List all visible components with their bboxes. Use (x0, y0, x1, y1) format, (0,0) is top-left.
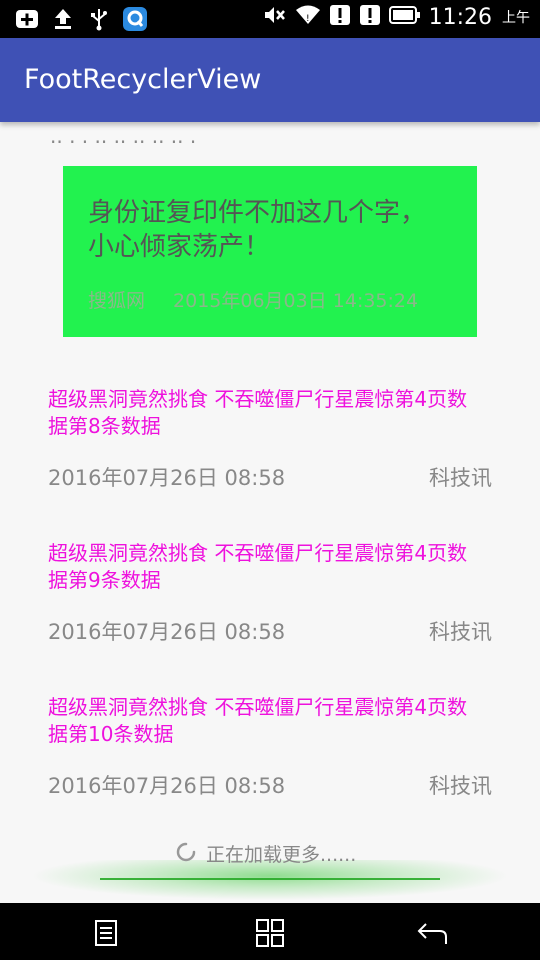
wifi-icon: ! (295, 4, 321, 30)
svg-text:!: ! (306, 14, 310, 24)
featured-news-card[interactable]: 身份证复印件不加这几个字，小心倾家荡产！ 搜狐网 2015年06月03日 14:… (63, 166, 477, 337)
apps-icon[interactable] (253, 917, 287, 949)
status-left-icons (14, 6, 148, 32)
list-item[interactable]: 超级黑洞竟然挑食 不吞噬僵尸行星震惊第4页数据第8条数据 2016年07月26日… (48, 386, 492, 492)
add-box-icon (14, 6, 40, 32)
loading-row: 正在加载更多...... (176, 840, 356, 867)
featured-source: 搜狐网 (88, 290, 146, 312)
featured-meta: 搜狐网 2015年06月03日 14:35:24 (88, 286, 418, 313)
featured-title: 身份证复印件不加这几个字，小心倾家荡产！ (88, 198, 427, 262)
status-bar: ! 11:26 上午 (0, 0, 540, 38)
usb-icon (86, 6, 112, 32)
app-title: FootRecyclerView (24, 64, 262, 95)
alert-icon (359, 4, 381, 30)
status-ampm: 上午 (502, 10, 530, 26)
item-date: 2016年07月26日 08:58 (48, 466, 286, 490)
item-title: 超级黑洞竟然挑食 不吞噬僵尸行星震惊第4页数据第10条数据 (48, 695, 468, 746)
loading-text: 正在加载更多...... (206, 844, 357, 866)
loading-spinner-icon (176, 842, 196, 866)
item-source: 科技讯 (429, 774, 492, 798)
item-source: 科技讯 (429, 466, 492, 490)
status-right-icons: ! 11:26 上午 (263, 4, 530, 30)
recycler-list[interactable]: ·· · · ·· ·· ·· ·· ·· · 身份证复印件不加这几个字，小心倾… (0, 122, 540, 903)
item-title: 超级黑洞竟然挑食 不吞噬僵尸行星震惊第4页数据第9条数据 (48, 541, 468, 592)
item-meta: 2016年07月26日 08:58 科技讯 (48, 616, 492, 646)
partially-visible-text: ·· · · ·· ·· ·· ·· ·· · (50, 132, 197, 144)
overscroll-glow-edge (100, 878, 440, 880)
back-icon[interactable] (415, 917, 449, 949)
app-q-icon (122, 6, 148, 32)
list-item[interactable]: 超级黑洞竟然挑食 不吞噬僵尸行星震惊第4页数据第9条数据 2016年07月26日… (48, 540, 492, 646)
featured-date: 2015年06月03日 14:35:24 (173, 290, 419, 312)
item-date: 2016年07月26日 08:58 (48, 774, 286, 798)
battery-icon (388, 5, 421, 29)
app-bar: FootRecyclerView (0, 38, 540, 122)
mute-icon (263, 4, 287, 30)
upload-icon (50, 6, 76, 32)
item-source: 科技讯 (429, 620, 492, 644)
item-title: 超级黑洞竟然挑食 不吞噬僵尸行星震惊第4页数据第8条数据 (48, 387, 468, 438)
load-more-footer: 正在加载更多...... (0, 836, 540, 900)
item-date: 2016年07月26日 08:58 (48, 620, 286, 644)
item-meta: 2016年07月26日 08:58 科技讯 (48, 770, 492, 800)
alert-icon (329, 4, 351, 30)
list-item[interactable]: 超级黑洞竟然挑食 不吞噬僵尸行星震惊第4页数据第10条数据 2016年07月26… (48, 694, 492, 800)
item-meta: 2016年07月26日 08:58 科技讯 (48, 462, 492, 492)
status-time: 11:26 (428, 4, 492, 30)
navigation-bar (0, 903, 540, 960)
menu-icon[interactable] (89, 917, 123, 949)
